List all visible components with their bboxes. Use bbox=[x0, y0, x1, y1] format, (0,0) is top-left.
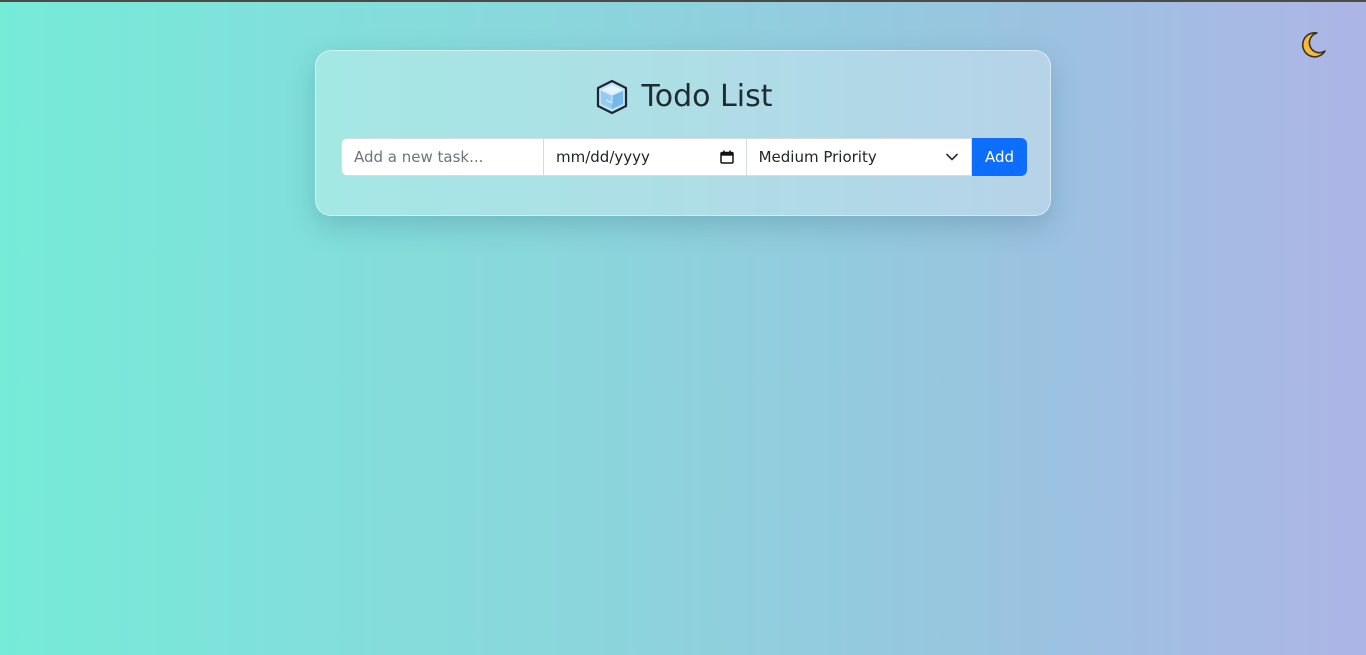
todo-card: Todo List mm/dd/yyyy Medium Priority Add bbox=[315, 50, 1051, 216]
priority-selected-value: Medium Priority bbox=[758, 148, 877, 166]
due-date-input[interactable]: mm/dd/yyyy bbox=[544, 138, 747, 176]
add-task-button[interactable]: Add bbox=[972, 138, 1027, 176]
page-title: Todo List bbox=[641, 79, 773, 114]
due-date-placeholder: mm/dd/yyyy bbox=[556, 148, 650, 166]
add-task-form: mm/dd/yyyy Medium Priority Add bbox=[341, 138, 1027, 176]
chevron-down-icon bbox=[946, 153, 959, 161]
title-row: Todo List bbox=[316, 79, 1050, 115]
task-input[interactable] bbox=[341, 138, 544, 176]
calendar-icon[interactable] bbox=[719, 150, 734, 164]
cube-icon bbox=[596, 79, 627, 115]
priority-select[interactable]: Medium Priority bbox=[746, 138, 973, 176]
crescent-moon-icon bbox=[1301, 31, 1326, 58]
theme-toggle-button[interactable] bbox=[1294, 26, 1332, 64]
